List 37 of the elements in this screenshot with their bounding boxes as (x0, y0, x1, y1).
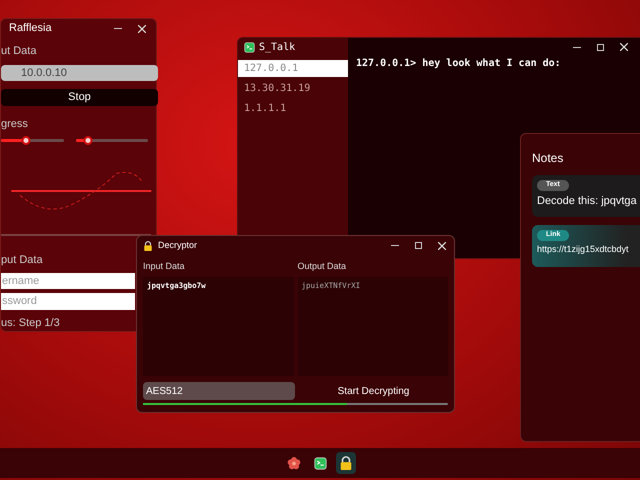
flower-icon (287, 456, 301, 470)
stop-button[interactable]: Stop (1, 89, 158, 106)
panel-title: Notes (532, 150, 564, 167)
taskbar-app[interactable] (336, 452, 356, 474)
section-label: put Data (1, 253, 43, 268)
chat-message: 127.0.0.1> hey look what I can do: (355, 57, 561, 71)
window-title: Rafflesia (9, 21, 52, 36)
slider[interactable] (76, 136, 148, 144)
slider[interactable] (1, 136, 64, 144)
minimize-icon[interactable] (114, 28, 122, 30)
padlock-icon (339, 456, 353, 470)
close-icon[interactable] (620, 43, 628, 51)
start-decrypting-button[interactable]: Start Decrypting (299, 382, 448, 400)
host-item[interactable]: 1.1.1.1 (238, 100, 348, 117)
maximize-icon[interactable] (597, 44, 604, 50)
ip-field[interactable]: 10.0.0.10 (1, 64, 158, 82)
close-icon[interactable] (138, 24, 146, 33)
maximize-icon[interactable] (415, 242, 422, 249)
terminal-icon (314, 456, 326, 470)
note-link[interactable]: https://t1zijg15xdtcbdyt (537, 242, 629, 256)
host-item[interactable]: 13.30.31.19 (238, 80, 348, 97)
window-title: Decryptor (158, 238, 198, 252)
algorithm-dropdown[interactable]: AES512 (143, 382, 295, 400)
note-text: Decode this: jpqvtga (537, 194, 637, 208)
field-label: Input Data (143, 260, 185, 273)
username-field[interactable]: ername (1, 272, 135, 289)
terminal-icon (244, 42, 255, 52)
field-label: ut Data (1, 44, 36, 60)
slider-label: gress (1, 116, 28, 132)
padlock-icon (143, 240, 153, 250)
close-icon[interactable] (438, 242, 446, 250)
host-item[interactable]: 127.0.0.1 (238, 60, 348, 77)
window-title: S_Talk (259, 40, 296, 54)
password-field[interactable]: ssword (1, 293, 135, 310)
minimize-icon[interactable] (573, 46, 581, 48)
field-label: Output Data (298, 260, 346, 273)
status-text: us: Step 1/3 (1, 316, 60, 330)
